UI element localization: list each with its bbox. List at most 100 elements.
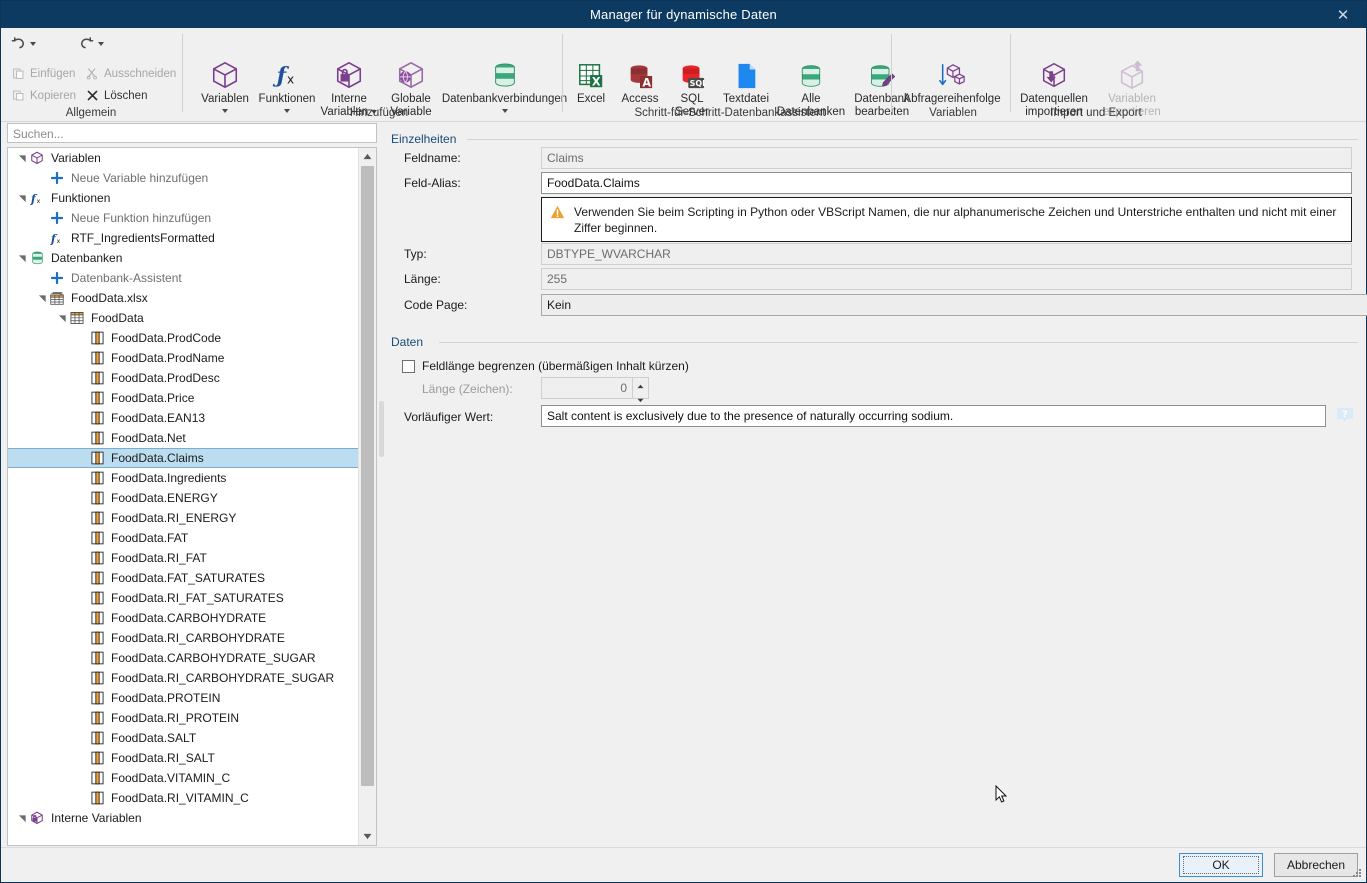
- tree-item[interactable]: FoodData.VITAMIN_C: [8, 768, 359, 788]
- query-order-icon: [897, 54, 1007, 90]
- cut-label: Ausschneiden: [104, 67, 177, 80]
- tree-item[interactable]: FoodData.EAN13: [8, 408, 359, 428]
- ribbon-group-label-variablen: Variablen: [929, 107, 977, 119]
- fieldname-value: Claims: [541, 147, 1352, 169]
- tree-item[interactable]: FoodData.CARBOHYDRATE: [8, 608, 359, 628]
- paste-icon: [11, 66, 26, 81]
- tree-item[interactable]: FoodData.SALT: [8, 728, 359, 748]
- tree-item[interactable]: FoodData.RI_CARBOHYDRATE: [8, 628, 359, 648]
- tree-item[interactable]: FoodData.PROTEIN: [8, 688, 359, 708]
- tree-item[interactable]: Neue Variable hinzufügen: [8, 168, 359, 188]
- length-chars-stepper[interactable]: 0: [541, 377, 649, 403]
- ribbon-separator-4: [1010, 34, 1011, 112]
- copy-button[interactable]: Kopieren: [11, 88, 76, 103]
- scroll-down-icon[interactable]: [359, 828, 376, 845]
- ribbon-separator-2: [562, 34, 563, 112]
- pane-splitter[interactable]: [379, 401, 384, 457]
- expand-arrow-icon[interactable]: [36, 292, 48, 304]
- excel-button[interactable]: X Excel: [569, 54, 613, 106]
- tree-item[interactable]: FoodData.RI_VITAMIN_C: [8, 788, 359, 808]
- delete-button[interactable]: Löschen: [85, 88, 147, 103]
- tree-item[interactable]: FoodData.RI_PROTEIN: [8, 708, 359, 728]
- tree-item[interactable]: ƒ x RTF_IngredientsFormatted: [8, 228, 359, 248]
- tree-item[interactable]: FoodData.Claims: [8, 448, 359, 468]
- tree-item[interactable]: Datenbank-Assistent: [8, 268, 359, 288]
- tree-item-label: FoodData.RI_FAT_SATURATES: [111, 591, 284, 605]
- function-icon: ƒx: [28, 190, 46, 206]
- tree-item[interactable]: FoodData.Ingredients: [8, 468, 359, 488]
- codepage-value: Kein: [547, 298, 572, 312]
- tree-scroll-area[interactable]: Variablen Neue Variable hinzufügen ƒ x Funkt…: [8, 148, 359, 845]
- expand-arrow-icon[interactable]: [16, 152, 28, 164]
- tree-item[interactable]: Datenbanken: [8, 248, 359, 268]
- tree-item[interactable]: FoodData.ProdCode: [8, 328, 359, 348]
- dialog-footer: OK Abbrechen: [1, 847, 1366, 882]
- textfile-button[interactable]: Textdatei: [717, 54, 775, 106]
- ribbon-group-label-allgemein: Allgemein: [65, 107, 117, 119]
- tree-item[interactable]: Variablen: [8, 148, 359, 168]
- codepage-select[interactable]: Kein: [541, 294, 1367, 316]
- preliminary-value-input[interactable]: Salt content is exclusively due to the p…: [541, 405, 1326, 427]
- stepper-down-icon[interactable]: [637, 392, 644, 406]
- ok-button[interactable]: OK: [1179, 853, 1263, 877]
- tree-item[interactable]: FoodData.FAT: [8, 528, 359, 548]
- help-icon[interactable]: ?: [1336, 407, 1354, 425]
- query-order-label: Abfragereihenfolge: [903, 93, 1001, 105]
- tree-item[interactable]: Neue Funktion hinzufügen: [8, 208, 359, 228]
- query-order-button[interactable]: Abfragereihenfolge: [897, 54, 1007, 106]
- tree-item[interactable]: FoodData.CARBOHYDRATE_SUGAR: [8, 648, 359, 668]
- tree-item[interactable]: ƒ x Funktionen: [8, 188, 359, 208]
- scissors-icon: [85, 66, 100, 81]
- stepper-up-icon[interactable]: [637, 378, 644, 392]
- stepper-buttons[interactable]: [633, 377, 649, 403]
- column-icon: [88, 370, 106, 386]
- resize-grip[interactable]: [1351, 867, 1363, 879]
- undo-button[interactable]: [11, 36, 36, 51]
- tree-item[interactable]: FoodData.RI_CARBOHYDRATE_SUGAR: [8, 668, 359, 688]
- tree-item[interactable]: FoodData: [8, 308, 359, 328]
- alias-input[interactable]: FoodData.Claims: [541, 172, 1352, 194]
- cut-button[interactable]: Ausschneiden: [85, 66, 176, 81]
- sql-server-icon: SQL: [667, 54, 717, 90]
- tree-item[interactable]: FoodData.ProdName: [8, 348, 359, 368]
- expand-arrow-icon[interactable]: [16, 192, 28, 204]
- tree-item[interactable]: Interne Variablen: [8, 808, 359, 828]
- tree-item[interactable]: FoodData.RI_FAT: [8, 548, 359, 568]
- limit-field-length-checkbox-row[interactable]: Feldlänge begrenzen (übermäßigen Inhalt …: [402, 359, 689, 373]
- scroll-up-icon[interactable]: [359, 148, 376, 165]
- tree-item[interactable]: FoodData.RI_SALT: [8, 748, 359, 768]
- tree-item[interactable]: FoodData.xlsx: [8, 288, 359, 308]
- tree-item-label: FoodData.EAN13: [111, 411, 206, 425]
- tree-item-label: FoodData.VITAMIN_C: [111, 771, 231, 785]
- length-value: 255: [541, 268, 1352, 290]
- access-button[interactable]: A Access: [613, 54, 667, 106]
- tree-item[interactable]: FoodData.RI_FAT_SATURATES: [8, 588, 359, 608]
- length-chars-value[interactable]: 0: [541, 377, 633, 399]
- scroll-thumb[interactable]: [361, 166, 374, 786]
- search-input[interactable]: Suchen...: [7, 123, 377, 143]
- tree-item[interactable]: FoodData.ENERGY: [8, 488, 359, 508]
- tree-item-label: Interne Variablen: [51, 811, 142, 825]
- tree-item[interactable]: FoodData.Price: [8, 388, 359, 408]
- tree-item[interactable]: FoodData.ProdDesc: [8, 368, 359, 388]
- close-icon[interactable]: ✕: [1320, 1, 1366, 28]
- tree-item[interactable]: FoodData.Net: [8, 428, 359, 448]
- tree-vertical-scrollbar[interactable]: [358, 148, 376, 845]
- expand-arrow-icon[interactable]: [16, 252, 28, 264]
- cancel-button[interactable]: Abbrechen: [1274, 853, 1358, 877]
- tree-item[interactable]: FoodData.RI_ENERGY: [8, 508, 359, 528]
- paste-button[interactable]: Einfügen: [11, 66, 75, 81]
- tree-item[interactable]: FoodData.FAT_SATURATES: [8, 568, 359, 588]
- tree-item-label: FoodData: [91, 311, 144, 325]
- expand-arrow-icon[interactable]: [16, 812, 28, 824]
- details-pane: Einzelheiten Feldname: Claims Feld-Alias…: [391, 123, 1367, 846]
- redo-button[interactable]: [79, 36, 104, 51]
- expand-arrow-icon[interactable]: [56, 312, 68, 324]
- details-group-rule: [467, 139, 1358, 140]
- svg-text:x: x: [287, 72, 294, 86]
- column-icon: [88, 330, 106, 346]
- limit-field-length-checkbox[interactable]: [402, 359, 415, 373]
